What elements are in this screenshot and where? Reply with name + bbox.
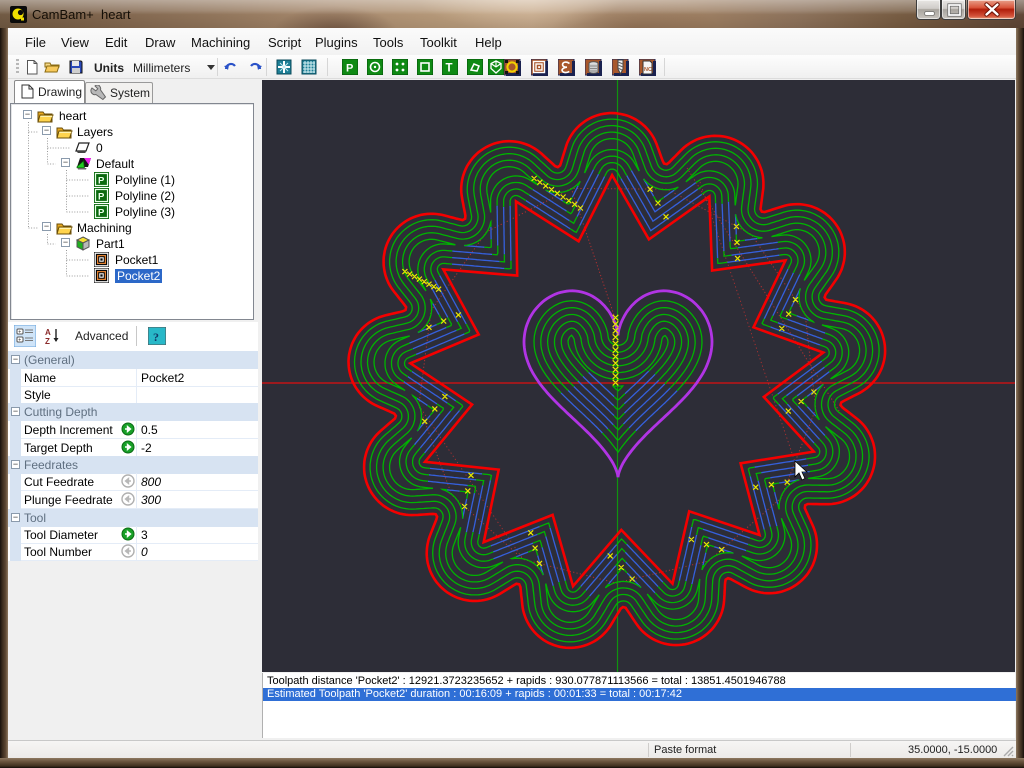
svg-text:T: T [446, 63, 453, 75]
svg-text:P: P [98, 208, 105, 219]
svg-text:Z: Z [45, 337, 50, 345]
svg-text:P: P [346, 63, 353, 75]
svg-text:+: + [18, 330, 21, 336]
svg-text:+: + [18, 338, 21, 344]
svg-text:NC: NC [644, 67, 652, 73]
svg-text:P: P [98, 176, 105, 187]
svg-text:P: P [98, 192, 105, 203]
svg-text:?: ? [153, 330, 159, 344]
svg-text:A: A [45, 328, 51, 337]
